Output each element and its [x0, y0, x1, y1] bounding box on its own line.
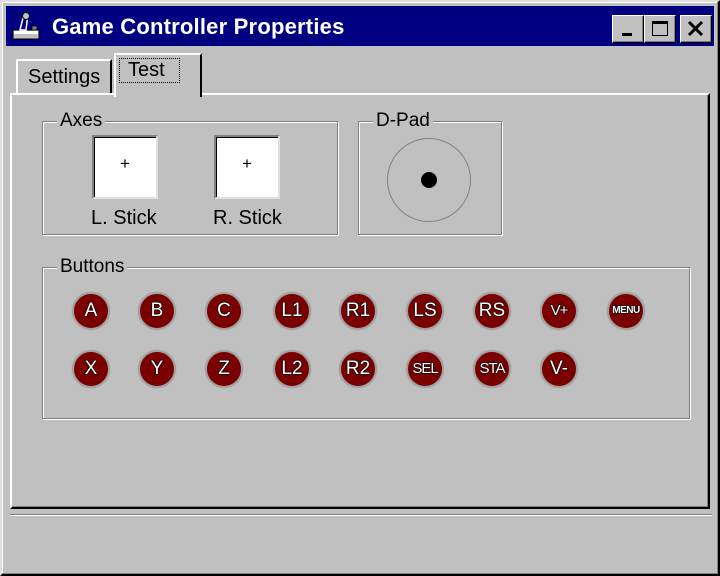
minimize-icon — [622, 33, 632, 36]
button-indicator: V- — [540, 350, 578, 388]
tab-settings[interactable]: Settings — [16, 59, 112, 93]
window-title: Game Controller Properties — [52, 14, 345, 39]
buttons-group-label: Buttons — [57, 257, 128, 277]
minimize-button[interactable] — [612, 15, 644, 43]
tab-settings-label: Settings — [28, 66, 101, 88]
button-indicator: V+ — [540, 292, 578, 330]
axes-group: Axes — [42, 111, 338, 235]
left-stick-marker: + — [120, 154, 130, 173]
button-indicator: B — [138, 292, 176, 330]
game-controller-properties-window: Game Controller Properties Settings Test… — [0, 0, 720, 576]
right-stick-label: R. Stick — [213, 207, 282, 229]
close-icon — [687, 20, 704, 37]
button-indicator: A — [72, 292, 110, 330]
tab-test[interactable]: Test — [114, 53, 202, 97]
tab-test-label: Test — [119, 58, 180, 83]
dpad-position-dot — [421, 172, 437, 188]
right-stick-marker: + — [242, 154, 252, 173]
joystick-icon — [12, 12, 42, 40]
left-stick-label: L. Stick — [91, 207, 157, 229]
button-indicator: R1 — [339, 292, 377, 330]
title-bar[interactable]: Game Controller Properties — [6, 6, 714, 46]
button-indicator: C — [205, 292, 243, 330]
left-stick-box: + — [92, 135, 158, 199]
button-indicator: STA — [473, 350, 511, 388]
button-indicator: L1 — [273, 292, 311, 330]
maximize-icon — [652, 21, 668, 36]
dpad-indicator — [387, 138, 471, 222]
close-button[interactable] — [680, 15, 712, 43]
axes-group-label: Axes — [57, 111, 106, 131]
buttons-group: Buttons — [42, 257, 690, 419]
button-indicator: Y — [138, 350, 176, 388]
button-indicator: SEL — [406, 350, 444, 388]
right-stick-box: + — [214, 135, 280, 199]
button-indicator: L2 — [273, 350, 311, 388]
maximize-button[interactable] — [644, 15, 676, 43]
button-indicator: LS — [406, 292, 444, 330]
status-bar — [10, 514, 712, 567]
dpad-group-label: D-Pad — [373, 111, 433, 131]
button-indicator: Z — [205, 350, 243, 388]
button-indicator: X — [72, 350, 110, 388]
button-indicator: RS — [473, 292, 511, 330]
button-indicator: MENU — [607, 292, 645, 330]
button-indicator: R2 — [339, 350, 377, 388]
